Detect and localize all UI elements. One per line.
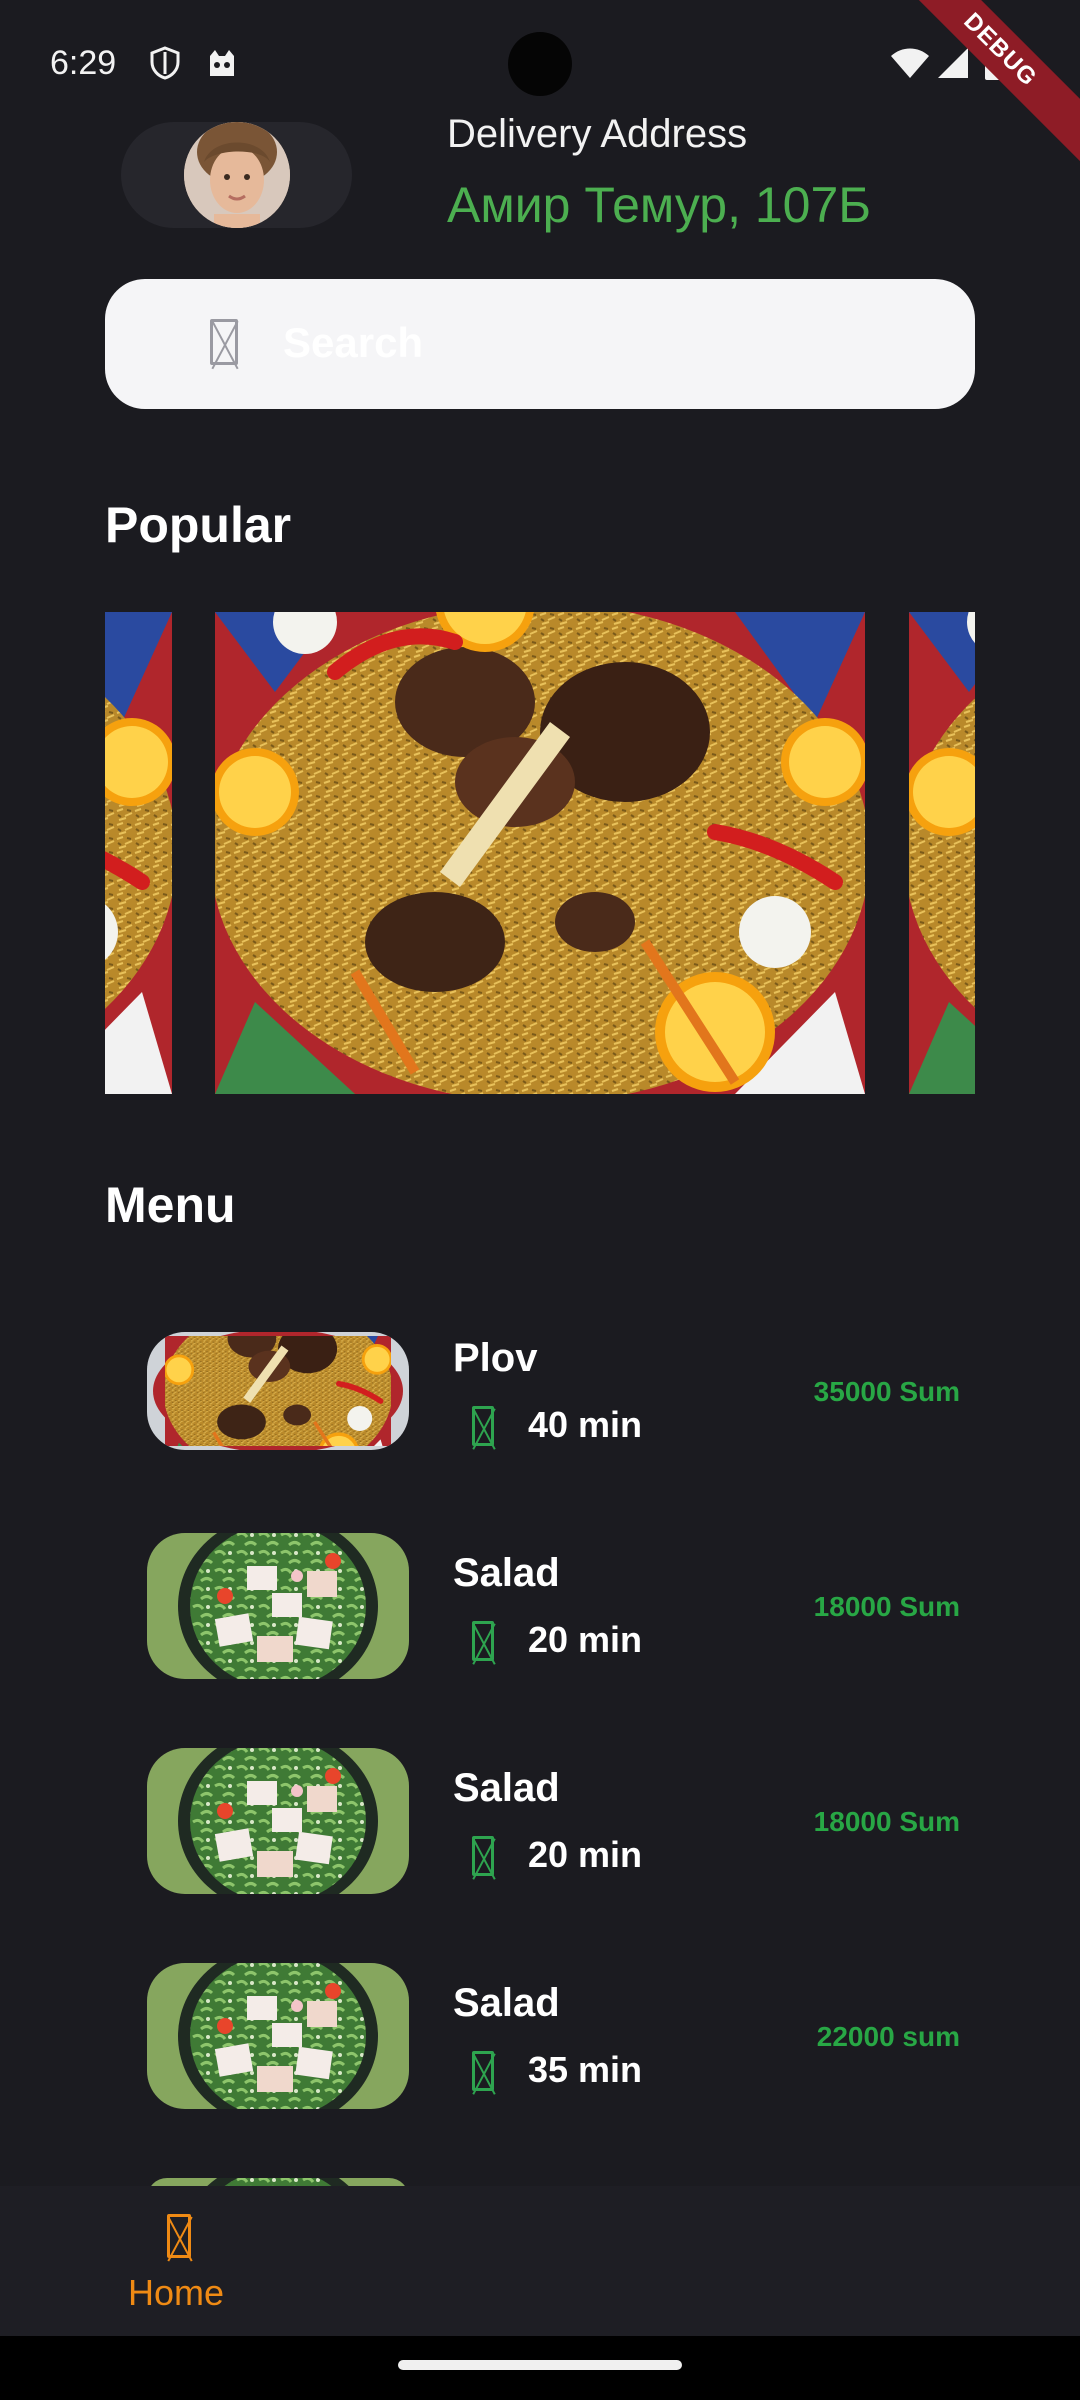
popular-card-prev[interactable] (105, 612, 172, 1094)
dish-thumbnail (147, 1533, 409, 1679)
menu-section-title: Menu (105, 1177, 236, 1233)
delivery-address-label: Delivery Address (447, 112, 748, 156)
menu-item[interactable]: Salad 20 min 18000 Sum (105, 1533, 975, 1683)
dish-image (213, 612, 867, 1094)
cook-time: 20 min (528, 1619, 643, 1660)
dish-thumbnail (147, 1332, 409, 1450)
menu-item[interactable]: Salad 35 min 22000 sum (105, 1963, 975, 2113)
delivery-address-value[interactable]: Амир Темур, 107Б (447, 176, 871, 234)
profile-button[interactable] (121, 122, 352, 228)
dish-name: Salad (453, 1766, 560, 1810)
camera-cutout (508, 32, 572, 96)
system-gesture-area (0, 2336, 1080, 2400)
cook-time: 35 min (528, 2049, 643, 2090)
dish-image (909, 612, 975, 1094)
dish-name: Salad (453, 1551, 560, 1595)
dish-price: 18000 Sum (813, 1591, 960, 1622)
debug-banner: DEBUG (878, 0, 1080, 172)
clock-icon (472, 2051, 494, 2091)
home-icon (167, 2214, 191, 2258)
bottom-navigation: Home (0, 2186, 1080, 2336)
clock-icon (472, 1621, 494, 1661)
menu-item[interactable]: Plov 40 min 35000 Sum (105, 1318, 975, 1468)
clock-icon (472, 1836, 494, 1876)
wifi-icon (891, 48, 929, 78)
search-icon (210, 319, 238, 365)
dish-thumbnail (147, 1963, 409, 2109)
avatar (184, 122, 290, 228)
home-gesture-bar[interactable] (398, 2360, 682, 2370)
dish-price: 35000 Sum (813, 1376, 960, 1407)
dish-name: Salad (453, 1981, 560, 2025)
popular-card-next[interactable] (909, 612, 975, 1094)
menu-item[interactable]: Salad 20 min 18000 Sum (105, 1748, 975, 1898)
dish-image (105, 612, 172, 1094)
status-time: 6:29 (50, 44, 117, 82)
dish-price: 22000 sum (816, 2021, 960, 2052)
dish-price: 18000 Sum (813, 1806, 960, 1837)
search-input[interactable] (283, 315, 883, 371)
dish-name: Plov (453, 1336, 538, 1380)
status-bar: 6:29 DEBUG (0, 0, 1080, 172)
clock-icon (472, 1406, 494, 1446)
signal-icon (938, 48, 968, 78)
cook-time: 40 min (528, 1404, 643, 1445)
cat-face-icon (210, 50, 234, 76)
shield-icon (150, 46, 180, 80)
search-bar[interactable] (105, 279, 975, 409)
nav-home-label: Home (128, 2272, 225, 2313)
dish-thumbnail (147, 1748, 409, 1894)
popular-card-current[interactable] (213, 612, 867, 1094)
popular-section-title: Popular (105, 497, 292, 553)
cook-time: 20 min (528, 1834, 643, 1875)
